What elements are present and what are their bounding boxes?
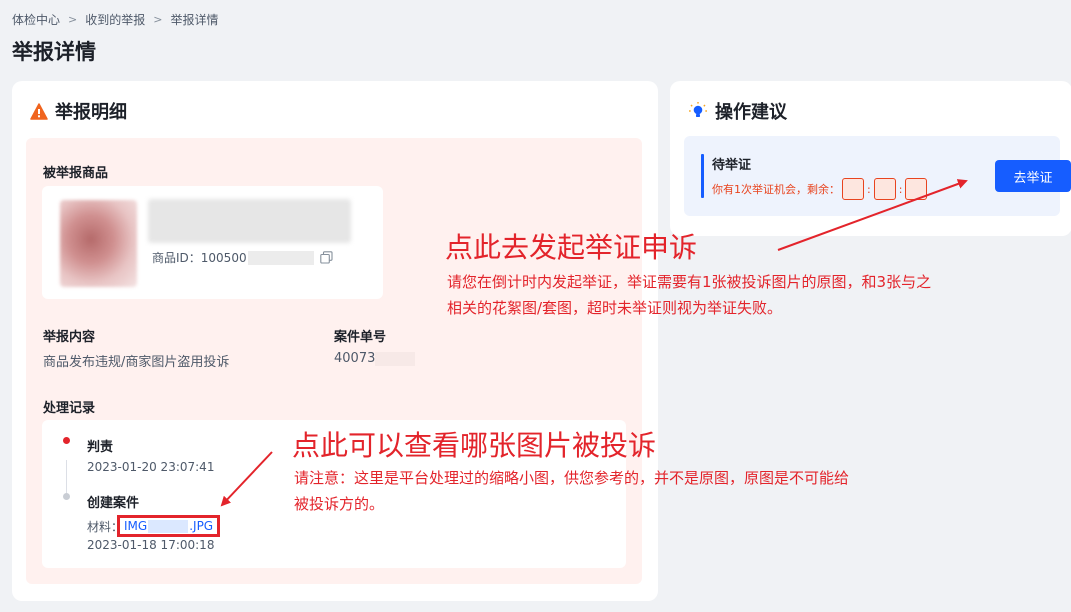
file-name-suffix: .JPG [189, 519, 214, 533]
warning-icon [30, 102, 48, 120]
case-no: 40073 [334, 351, 416, 366]
lightbulb-icon [688, 101, 708, 121]
annotation-file-title: 点此可以查看哪张图片被投诉 [292, 429, 657, 462]
case-no-label: 案件单号 [334, 330, 387, 345]
annotation-file-text: 请注意：这里是平台处理过的缩略小图，供您参考的，并不是原图，原图是不可能给 被投… [294, 465, 849, 517]
page-title: 举报详情 [12, 40, 96, 64]
report-content-value: 商品发布违规/商家图片盗用投诉 [43, 355, 230, 370]
breadcrumb-separator: > [153, 13, 163, 26]
copy-icon[interactable] [319, 251, 333, 264]
pending-title: 待举证 [712, 158, 752, 173]
operation-suggestion-header: 操作建议 [688, 98, 787, 124]
product-id-text: 商品ID：100500 [152, 251, 247, 265]
report-panel: 被举报商品 商品ID：100500 举报内容 商品发布违规/商家图片盗用投诉 案… [26, 138, 642, 584]
pending-evidence-box: 待举证 你有1次举证机会，剩余： : : 去举证 [684, 136, 1071, 216]
records-label: 处理记录 [43, 401, 96, 416]
countdown-row: 你有1次举证机会，剩余： : : [712, 178, 929, 200]
submit-evidence-button[interactable]: 去举证 [995, 160, 1071, 192]
timeline-line [66, 460, 67, 494]
report-detail-title: 举报明细 [55, 102, 127, 123]
breadcrumb-separator: > [68, 13, 78, 26]
annotation-evidence-title: 点此去发起举证申诉 [445, 231, 698, 264]
report-detail-card: 举报明细 被举报商品 商品ID：100500 举报内容 商品发布违规/商家图片盗… [12, 81, 658, 601]
record-material: 材料： IMG .JPG [87, 515, 221, 537]
breadcrumb-item-current: 举报详情 [170, 13, 219, 27]
countdown-hours [842, 178, 864, 200]
annotation-file-line1: 请注意：这里是平台处理过的缩略小图，供您参考的，并不是原图，原图是不可能给 [294, 469, 850, 487]
breadcrumb-item-checkup-center[interactable]: 体检中心 [12, 11, 60, 28]
record-time-judgment: 2023-01-20 23:07:41 [87, 460, 215, 474]
record-time-create: 2023-01-18 17:00:18 [87, 538, 215, 552]
annotation-file-line2: 被投诉方的。 [294, 495, 385, 513]
record-title-create: 创建案件 [87, 496, 140, 511]
report-content-label: 举报内容 [43, 330, 96, 345]
material-file-link[interactable]: IMG .JPG [117, 515, 221, 537]
chance-text: 你有1次举证机会，剩余： [712, 183, 840, 196]
pending-accent-bar [701, 154, 704, 198]
product-image[interactable] [60, 200, 137, 287]
annotation-evidence-line2: 相关的花絮图/套图，超时未举证则视为举证失败。 [447, 299, 783, 317]
product-name-blurred [148, 199, 351, 243]
record-dot-create [63, 493, 70, 500]
countdown-minutes [873, 178, 896, 200]
record-title-judgment: 判责 [87, 440, 114, 455]
countdown-colon: : [867, 182, 871, 196]
file-name-prefix: IMG [124, 519, 148, 533]
product-id-mask [247, 250, 314, 265]
reported-product-label: 被举报商品 [43, 166, 109, 181]
product-id: 商品ID：100500 [152, 249, 333, 266]
case-no-value: 40073 [334, 351, 376, 366]
report-detail-header: 举报明细 [30, 98, 127, 124]
breadcrumb-item-received-reports[interactable]: 收到的举报 [85, 11, 145, 28]
operation-suggestion-title: 操作建议 [715, 102, 787, 123]
record-dot-judgment [63, 437, 70, 444]
annotation-evidence-line1: 请您在倒计时内发起举证，举证需要有1张被投诉图片的原图，和3张与之 [447, 273, 932, 291]
countdown-seconds [905, 178, 928, 200]
file-name-mask [148, 519, 189, 533]
case-no-mask [375, 351, 416, 366]
countdown-colon: : [898, 182, 903, 196]
product-card[interactable]: 商品ID：100500 [42, 186, 383, 299]
operation-suggestion-card: 操作建议 待举证 你有1次举证机会，剩余： : : 去举证 [670, 81, 1071, 236]
annotation-evidence-text: 请您在倒计时内发起举证，举证需要有1张被投诉图片的原图，和3张与之 相关的花絮图… [447, 269, 931, 321]
breadcrumb: 体检中心 > 收到的举报 > 举报详情 [12, 11, 218, 28]
